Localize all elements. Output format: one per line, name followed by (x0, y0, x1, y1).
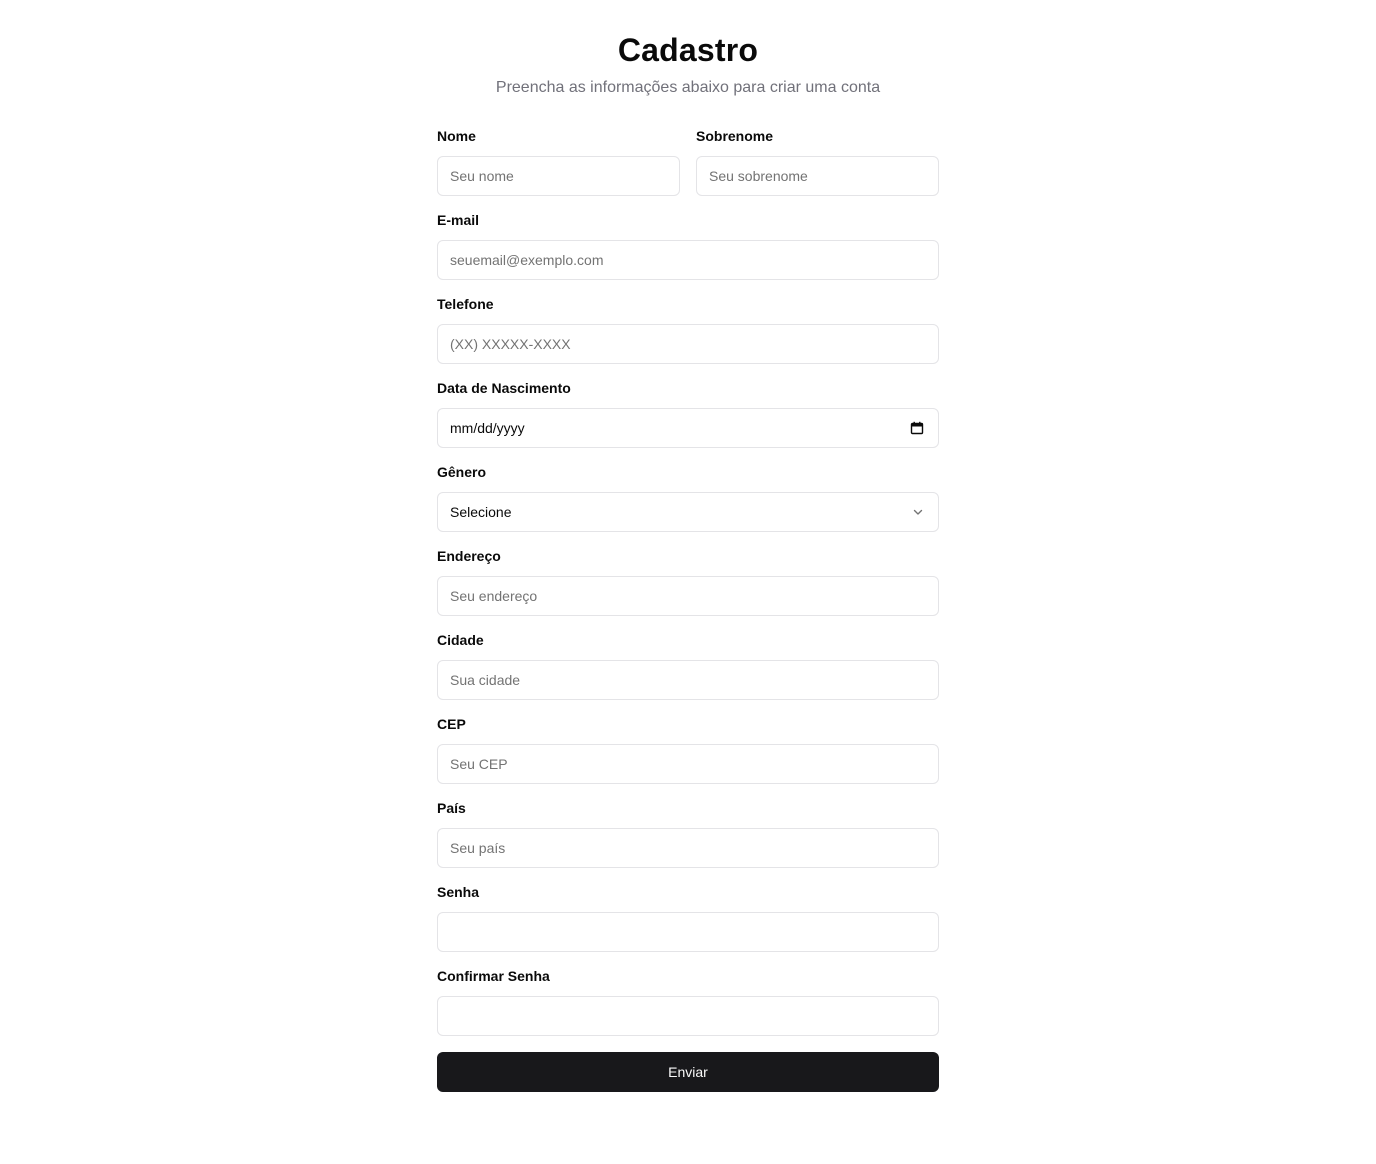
password-label: Senha (437, 884, 480, 900)
confirm-password-field-group: Confirmar Senha (437, 968, 939, 1036)
country-input[interactable]: Seu país (437, 828, 939, 868)
last-name-field-group: Sobrenome Seu sobrenome (696, 128, 939, 196)
page-title: Cadastro (617, 32, 759, 68)
first-name-placeholder: Seu nome (450, 168, 514, 184)
gender-selected-value: Selecione (450, 504, 512, 520)
zip-label: CEP (437, 716, 466, 732)
calendar-icon[interactable] (910, 421, 924, 435)
page-subtitle: Preencha as informações abaixo para cria… (495, 79, 881, 96)
birth-date-field-group: Data de Nascimento mm/dd/yyyy (437, 380, 939, 448)
email-field-group: E-mail seuemail@exemplo.com (437, 212, 939, 280)
phone-label: Telefone (437, 296, 494, 312)
address-placeholder: Seu endereço (450, 588, 538, 604)
confirm-password-label: Confirmar Senha (437, 968, 550, 984)
address-field-group: Endereço Seu endereço (437, 548, 939, 616)
first-name-label: Nome (437, 128, 476, 144)
country-label: País (437, 800, 466, 816)
city-placeholder: Sua cidade (450, 672, 521, 688)
gender-field-group: Gênero Selecione (437, 464, 939, 532)
city-input[interactable]: Sua cidade (437, 660, 939, 700)
confirm-password-input[interactable] (437, 996, 939, 1036)
address-label: Endereço (437, 548, 501, 564)
birth-date-label: Data de Nascimento (437, 380, 571, 396)
name-row: Nome Seu nome Sobrenome Seu sobrenome (437, 128, 939, 212)
last-name-input[interactable]: Seu sobrenome (696, 156, 939, 196)
first-name-input[interactable]: Seu nome (437, 156, 680, 196)
gender-select[interactable]: Selecione (437, 492, 939, 532)
submit-button[interactable]: Enviar (437, 1052, 939, 1092)
first-name-field-group: Nome Seu nome (437, 128, 680, 196)
birth-date-input[interactable]: mm/dd/yyyy (437, 408, 939, 448)
last-name-placeholder: Seu sobrenome (709, 168, 808, 184)
phone-field-group: Telefone (XX) XXXXX-XXXX (437, 296, 939, 364)
phone-placeholder: (XX) XXXXX-XXXX (450, 336, 571, 352)
country-placeholder: Seu país (450, 840, 506, 856)
birth-date-value: mm/dd/yyyy (450, 420, 525, 436)
city-label: Cidade (437, 632, 484, 648)
address-input[interactable]: Seu endereço (437, 576, 939, 616)
zip-input[interactable]: Seu CEP (437, 744, 939, 784)
zip-field-group: CEP Seu CEP (437, 716, 939, 784)
email-placeholder: seuemail@exemplo.com (450, 252, 604, 268)
zip-placeholder: Seu CEP (450, 756, 508, 772)
password-input[interactable] (437, 912, 939, 952)
phone-input[interactable]: (XX) XXXXX-XXXX (437, 324, 939, 364)
signup-form: Nome Seu nome Sobrenome Seu sobrenome E-… (437, 128, 939, 1092)
signup-form-container: Cadastro Preencha as informações abaixo … (437, 0, 939, 1092)
country-field-group: País Seu país (437, 800, 939, 868)
city-field-group: Cidade Sua cidade (437, 632, 939, 700)
email-input[interactable]: seuemail@exemplo.com (437, 240, 939, 280)
last-name-label: Sobrenome (696, 128, 774, 144)
gender-label: Gênero (437, 464, 487, 480)
email-label: E-mail (437, 212, 480, 228)
chevron-down-icon (912, 506, 924, 518)
password-field-group: Senha (437, 884, 939, 952)
